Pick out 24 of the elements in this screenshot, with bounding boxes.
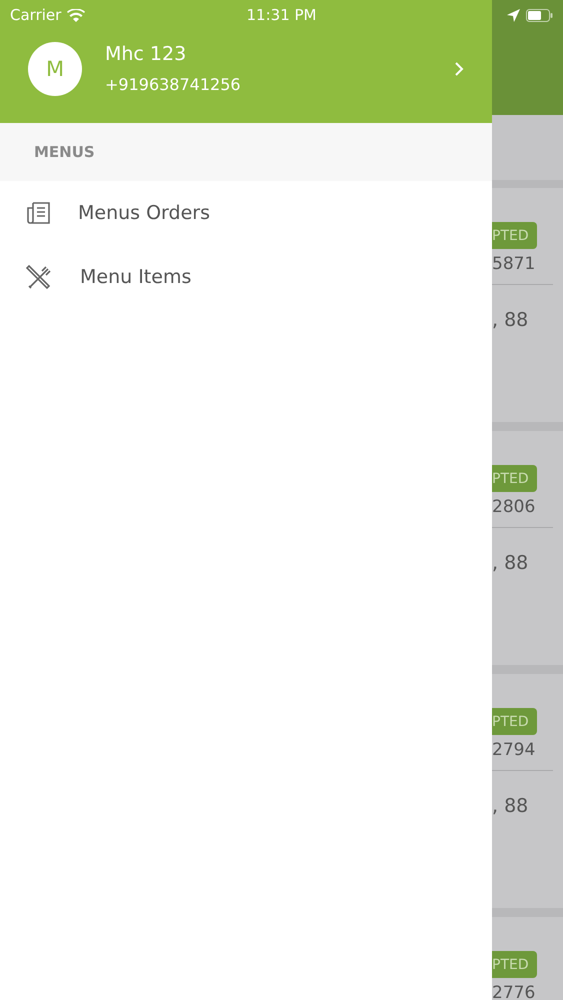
- order-number: 2806: [492, 497, 536, 517]
- avatar: M: [28, 42, 82, 96]
- order-detail: , 88: [492, 309, 530, 331]
- status-badge: PTED: [492, 951, 537, 978]
- location-arrow-icon: [507, 8, 520, 22]
- menu-item[interactable]: Menus Orders: [0, 181, 492, 245]
- order-detail: , 88: [492, 552, 530, 574]
- phone-number: +919638741256: [105, 75, 242, 94]
- order-number: 2794: [492, 740, 536, 760]
- status-badge: PTED: [492, 708, 537, 735]
- user-name: Mhc 123: [105, 43, 188, 65]
- order-detail: , 88: [492, 795, 530, 817]
- menu-item[interactable]: Menu Items: [0, 245, 492, 309]
- wifi-icon: [67, 8, 86, 22]
- status-badge: PTED: [492, 465, 537, 492]
- section-title: MENUS: [34, 143, 95, 161]
- order-number: 5871: [492, 254, 536, 274]
- order-number: 2776: [492, 983, 536, 1000]
- battery-icon: [526, 8, 554, 22]
- chevron-right-icon: [454, 60, 464, 76]
- carrier-label: Carrier: [10, 6, 62, 24]
- document-icon: [26, 201, 52, 225]
- clock: 11:31 PM: [246, 6, 316, 24]
- status-badge: PTED: [492, 222, 537, 249]
